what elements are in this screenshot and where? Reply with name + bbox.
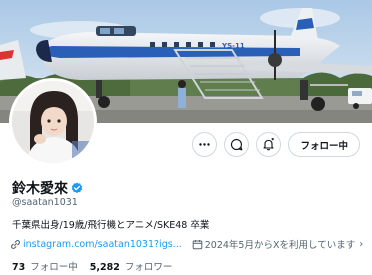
following-stat[interactable]: 73 フォロー中 [12, 259, 78, 273]
verified-badge-icon[interactable] [71, 182, 83, 194]
followers-count: 5,282 [89, 262, 120, 273]
chevron-right-icon[interactable]: › [359, 239, 363, 250]
avatar-image [12, 81, 94, 163]
name-row: 鈴木愛來 [12, 178, 83, 198]
display-name: 鈴木愛來 [12, 181, 68, 197]
follow-stats: 73 フォロー中 5,282 フォロワー [12, 259, 172, 273]
joined-date[interactable]: 2024年5月からXを利用しています [205, 237, 355, 251]
message-button[interactable] [224, 132, 250, 157]
followers-stat[interactable]: 5,282 フォロワー [90, 259, 173, 273]
user-handle: @saatan1031 [12, 197, 78, 208]
profile-bio: 千葉県出身/19歳/飛行機とアニメ/SKE48 卒業 [12, 220, 210, 231]
more-button[interactable] [192, 132, 218, 157]
profile-meta: instagram.com/saatan1031?igs... 2024年5月か… [10, 237, 363, 251]
link-icon [11, 239, 20, 249]
message-icon [231, 138, 243, 151]
followers-label: フォロワー [124, 262, 173, 273]
following-label: フォロー中 [30, 262, 78, 273]
svg-text:YS-11: YS-11 [221, 42, 245, 50]
website-link[interactable]: instagram.com/saatan1031?igs... [23, 239, 182, 250]
following-count: 73 [12, 262, 26, 273]
notification-subscribe-button[interactable] [256, 132, 282, 157]
avatar[interactable] [9, 78, 97, 166]
notification-subscribe-icon [263, 138, 275, 151]
following-button[interactable]: フォロー中 [288, 132, 360, 157]
calendar-icon [192, 239, 203, 249]
profile-actions: フォロー中 [192, 132, 360, 157]
more-icon [199, 143, 211, 146]
